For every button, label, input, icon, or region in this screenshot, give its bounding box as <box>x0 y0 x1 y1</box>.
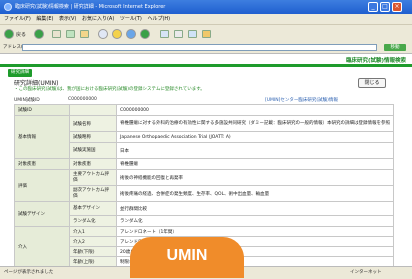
row-category: 評価 <box>14 169 70 202</box>
table-row: ランダム化 ランダム化 <box>15 215 394 227</box>
site-banner-title: 臨床研究(試験)情報検索 <box>345 58 406 64</box>
minimize-button[interactable]: _ <box>368 2 378 12</box>
menu-view[interactable]: 表示(V) <box>59 14 76 24</box>
row-field: 年齢(上限) <box>69 256 117 267</box>
go-button[interactable]: 移動 <box>384 44 406 51</box>
toolbar: 戻る <box>0 25 412 44</box>
menu-edit[interactable]: 編集(E) <box>36 14 53 24</box>
row-value: 脊椎腫瘍 <box>116 158 394 170</box>
close-page-button[interactable]: 閉じる <box>358 78 386 88</box>
table-row: 副次アウトカム評価 術後疼痛の経過、合併症の発生頻度、生存率、QOL、術中出血量… <box>15 185 394 202</box>
back-label[interactable]: 戻る <box>16 31 26 38</box>
center-link[interactable]: [UMIN]センター臨床研究(試験)情報 <box>265 97 338 103</box>
back-icon[interactable] <box>4 29 14 39</box>
row-value: 並行群間比較 <box>116 201 394 216</box>
refresh-icon[interactable] <box>66 30 75 38</box>
home-icon[interactable] <box>80 30 89 38</box>
row-value: C000000000 <box>116 104 394 116</box>
table-row: 試験ID C000000000 <box>14 104 394 116</box>
row-category: 介入 <box>14 226 70 267</box>
section-pill: 研究詳細 <box>8 69 32 77</box>
row-value: ランダム化 <box>116 215 394 227</box>
row-field: 介入1 <box>69 226 117 237</box>
row-field: 試験略称 <box>69 131 117 143</box>
row-field: ランダム化 <box>69 215 117 227</box>
row-field <box>69 104 117 116</box>
trial-id-label: UMIN試験ID <box>14 98 40 103</box>
menu-file[interactable]: ファイル(F) <box>4 14 31 24</box>
row-field: 介入2 <box>69 236 117 247</box>
forward-icon[interactable] <box>34 29 44 39</box>
row-field: 試験名称 <box>69 115 117 132</box>
print-icon[interactable] <box>174 30 183 38</box>
row-field: 基本デザイン <box>69 201 117 216</box>
row-category: 試験デザイン <box>14 201 70 227</box>
favorites-icon[interactable] <box>112 29 122 39</box>
edit-icon[interactable] <box>188 30 197 38</box>
row-value: 術後疼痛の経過、合併症の発生頻度、生存率、QOL、術中出血量、輸血量 <box>116 185 394 202</box>
search-icon[interactable] <box>98 29 108 39</box>
table-row: 試験実施国 日本 <box>15 142 394 159</box>
discuss-icon[interactable] <box>202 30 211 38</box>
ie-logo-icon <box>4 3 12 11</box>
row-value: アレンドロネート（1年間） <box>116 226 394 237</box>
row-category: 対象疾患 <box>14 158 70 170</box>
umin-overlay-label: UMIN <box>130 237 244 278</box>
table-row: 基本情報 試験名称 脊椎腫瘍に対する外科的治療の有効性に関する多施設共同研究（ダ… <box>14 115 394 159</box>
status-text: ページが表示されました <box>4 270 54 275</box>
close-button[interactable]: × <box>392 2 402 12</box>
maximize-button[interactable]: □ <box>380 2 390 12</box>
row-field: 試験実施国 <box>69 142 117 159</box>
row-value: 脊椎腫瘍に対する外科的治療の有効性に関する多施設共同研究（ダミー記載：臨床研究の… <box>116 115 394 132</box>
table-row: 試験略称 Japanese Orthopaedic Association Tr… <box>15 131 394 143</box>
table-row: 対象疾患 対象疾患 脊椎腫瘍 <box>14 158 394 170</box>
address-bar: アドレス(D) 移動 <box>0 43 412 54</box>
table-row: 介入 介入1 アレンドロネート（1年間） <box>14 226 394 267</box>
row-field: 対象疾患 <box>69 158 117 170</box>
menu-favorites[interactable]: お気に入り(A) <box>82 14 114 24</box>
trial-id-value: C000000000 <box>68 97 97 102</box>
row-value: Japanese Orthopaedic Association Trial (… <box>116 131 394 143</box>
window-titlebar: 臨床研究(試験)情報検索 | 研究詳細 - Microsoft Internet… <box>0 0 412 14</box>
table-row: 評価 主要アウトカム評価 術後の神経機能の回復と再発率 <box>14 169 394 202</box>
window-title: 臨床研究(試験)情報検索 | 研究詳細 - Microsoft Internet… <box>15 4 166 10</box>
menu-help[interactable]: ヘルプ(H) <box>147 14 170 24</box>
row-category: 試験ID <box>14 104 70 116</box>
row-field: 主要アウトカム評価 <box>69 169 117 186</box>
row-value: 日本 <box>116 142 394 159</box>
stop-icon[interactable] <box>52 30 61 38</box>
status-zone: インターネット <box>350 270 382 275</box>
menu-tools[interactable]: ツール(T) <box>120 14 142 24</box>
media-icon[interactable] <box>126 29 136 39</box>
page-note: ・この臨床研究(試験)は、我が国における臨床研究(試験)の登録システムに登録され… <box>14 87 205 92</box>
row-category: 基本情報 <box>14 115 70 159</box>
history-icon[interactable] <box>140 29 150 39</box>
site-banner-bar <box>0 64 412 67</box>
row-field: 年齢(下限) <box>69 246 117 257</box>
row-value: 術後の神経機能の回復と再発率 <box>116 169 394 186</box>
table-row: 試験デザイン 基本デザイン 並行群間比較 <box>14 201 394 227</box>
mail-icon[interactable] <box>160 30 169 38</box>
address-input[interactable] <box>22 44 377 51</box>
menu-bar: ファイル(F) 編集(E) 表示(V) お気に入り(A) ツール(T) ヘルプ(… <box>0 14 412 25</box>
row-field: 副次アウトカム評価 <box>69 185 117 202</box>
